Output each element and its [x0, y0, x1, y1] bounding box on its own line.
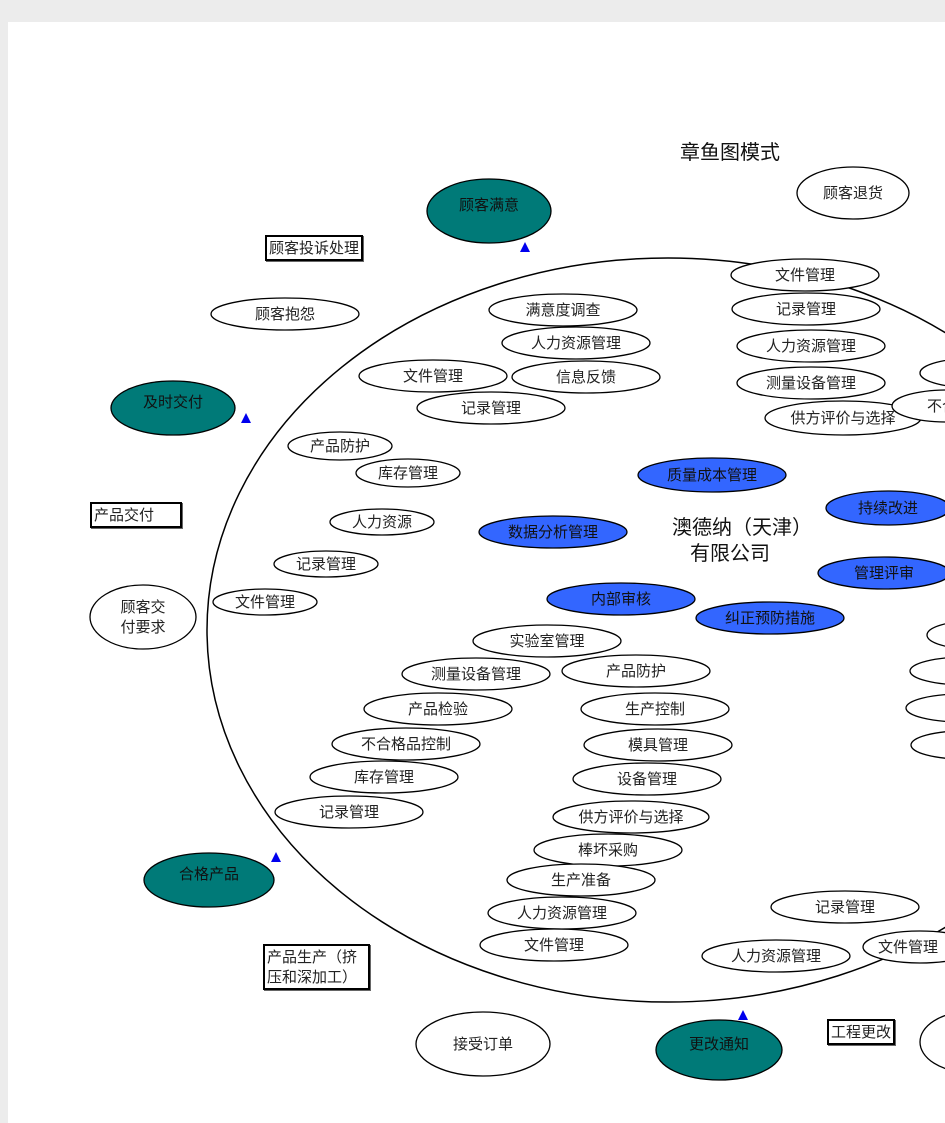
page: 章鱼图模式 澳德纳（天津） 有限公司 顾客投诉处理 产品交付 产品生产（挤压和深…: [8, 22, 945, 1123]
node-label: 顾客交付要求: [120, 598, 166, 636]
node-label: 测量设备管理: [430, 665, 522, 683]
node-ellipse: [919, 1014, 945, 1070]
node-label: 持续改进: [857, 499, 919, 517]
box-product-delivery: 产品交付: [90, 502, 182, 528]
node-label: 管理评审: [853, 564, 915, 582]
node-label: 顾客抱怨: [254, 305, 316, 323]
node-ellipse: [905, 694, 945, 722]
node-label: 供方评价与选择: [578, 808, 684, 826]
node-label: 模具管理: [627, 736, 689, 754]
node-label: 文件管理: [523, 936, 585, 954]
node-label: 产品检验: [407, 700, 469, 718]
node-label: 供方评价与选择: [790, 409, 896, 427]
node-label: 纠正预防措施: [724, 609, 816, 627]
node-label: 库存管理: [353, 768, 415, 786]
node-label: 文件管理: [234, 593, 296, 611]
box-production: 产品生产（挤压和深加工）: [263, 944, 370, 990]
node-label: 质量成本管理: [666, 466, 758, 484]
node-label: 人力资源: [351, 513, 413, 531]
node-label: 不合格品控制: [360, 735, 452, 753]
node-label: 及时交付: [142, 393, 204, 411]
node-ellipse: [910, 731, 945, 759]
node-label: 产品防护: [605, 662, 667, 680]
node-label: 测量设备管理: [765, 374, 857, 392]
node-label: 信息反馈: [555, 368, 617, 386]
node-ellipse: [919, 359, 945, 387]
node-label: 人力资源管理: [765, 337, 857, 355]
node-label: 生产控制: [624, 700, 686, 718]
arrow-icon: [271, 852, 281, 862]
node-label: 生产准备: [550, 871, 612, 889]
company-name-line2: 有限公司: [690, 541, 770, 565]
company-name: 澳德纳（天津） 有限公司: [672, 514, 812, 566]
arrow-icon: [738, 1010, 748, 1020]
node-label: 内部审核: [590, 590, 652, 608]
node-label: 人力资源管理: [530, 334, 622, 352]
node-label: 棒坏采购: [577, 841, 639, 859]
node-label: 实验室管理: [509, 632, 585, 650]
box-engineering-change: 工程更改: [827, 1019, 896, 1045]
node-label: 数据分析管理: [507, 523, 599, 541]
node-label: 文件管理: [877, 938, 939, 956]
node-label: 产品防护: [309, 437, 371, 455]
node-ellipse: [909, 657, 945, 685]
node-label: 人力资源管理: [516, 904, 608, 922]
node-label: 人力资源管理: [730, 947, 822, 965]
node-label: 更改通知: [688, 1035, 750, 1053]
node-label: 接受订单: [452, 1035, 514, 1053]
node-label: 记录管理: [775, 300, 837, 318]
node-label: 顾客退货: [822, 184, 884, 202]
node-label: 顾客满意: [458, 196, 520, 214]
node-label: 文件管理: [774, 266, 836, 284]
node-label: 文件管理: [402, 367, 464, 385]
node-ellipse: [926, 623, 945, 647]
company-name-line1: 澳德纳（天津）: [672, 515, 812, 539]
node-label: 记录管理: [295, 555, 357, 573]
box-complaint-handling: 顾客投诉处理: [265, 235, 364, 261]
arrow-icon: [520, 242, 530, 252]
node-label: 不合: [926, 397, 945, 415]
arrow-icon: [241, 413, 251, 423]
node-label: 合格产品: [178, 865, 240, 883]
node-label: 记录管理: [460, 399, 522, 417]
node-label: 记录管理: [318, 803, 380, 821]
diagram-title: 章鱼图模式: [680, 140, 780, 164]
node-label: 设备管理: [616, 770, 678, 788]
node-label: 满意度调查: [525, 301, 601, 319]
node-label: 记录管理: [814, 898, 876, 916]
node-label: 库存管理: [377, 464, 439, 482]
